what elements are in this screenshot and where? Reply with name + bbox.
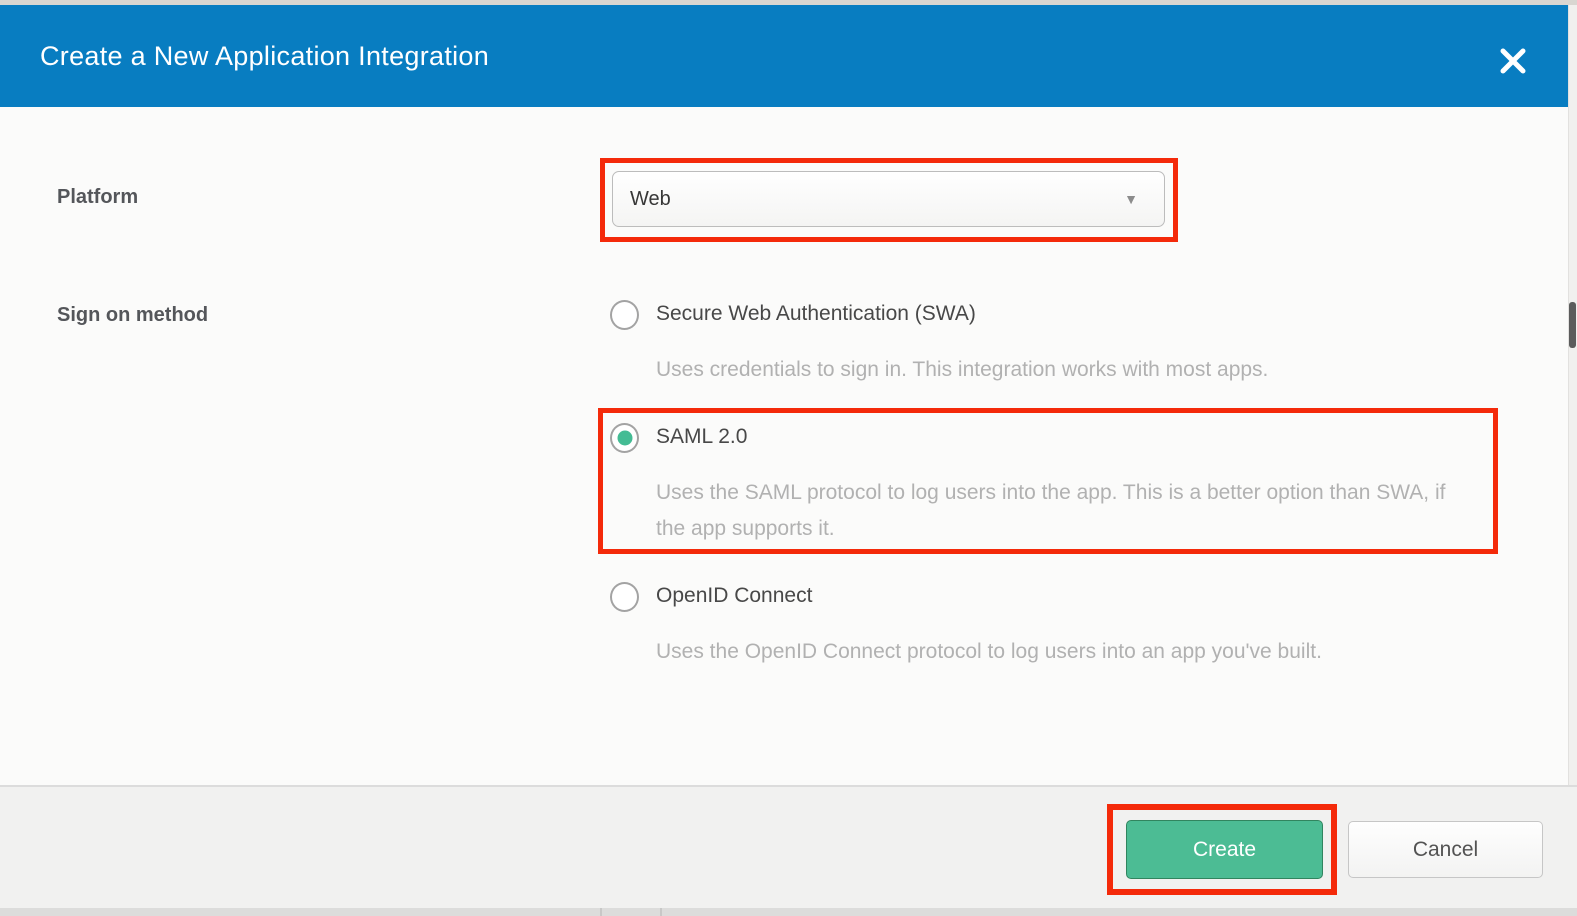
radio-openid[interactable] — [610, 582, 639, 612]
option-swa-description: Uses credentials to sign in. This integr… — [656, 352, 1476, 388]
cancel-button[interactable]: Cancel — [1348, 821, 1543, 878]
platform-select-value: Web — [630, 188, 671, 211]
option-openid-label[interactable]: OpenID Connect — [656, 584, 812, 608]
option-swa-label[interactable]: Secure Web Authentication (SWA) — [656, 302, 976, 326]
background-divider — [660, 908, 662, 916]
modal-header: Create a New Application Integration — [0, 5, 1577, 107]
modal-footer — [0, 785, 1577, 908]
scrollbar-track[interactable] — [1568, 5, 1577, 908]
option-saml-description: Uses the SAML protocol to log users into… — [656, 475, 1476, 547]
chevron-down-icon: ▼ — [1124, 191, 1138, 207]
close-button[interactable] — [1493, 43, 1533, 83]
radio-swa[interactable] — [610, 300, 639, 330]
create-application-integration-modal: Create a New Application Integration Pla… — [0, 0, 1577, 916]
page-background-bottom-strip — [0, 908, 1577, 916]
x-close-icon — [1497, 45, 1529, 82]
scrollbar-thumb[interactable] — [1569, 302, 1576, 348]
platform-select[interactable]: Web ▼ — [612, 171, 1165, 227]
modal-title: Create a New Application Integration — [40, 41, 489, 72]
background-divider — [600, 908, 602, 916]
platform-label: Platform — [57, 186, 138, 209]
create-button[interactable]: Create — [1126, 820, 1323, 879]
sign-on-method-label: Sign on method — [57, 304, 208, 327]
option-openid-description: Uses the OpenID Connect protocol to log … — [656, 634, 1476, 670]
radio-saml-selected[interactable] — [610, 423, 639, 453]
option-saml-label[interactable]: SAML 2.0 — [656, 425, 747, 449]
